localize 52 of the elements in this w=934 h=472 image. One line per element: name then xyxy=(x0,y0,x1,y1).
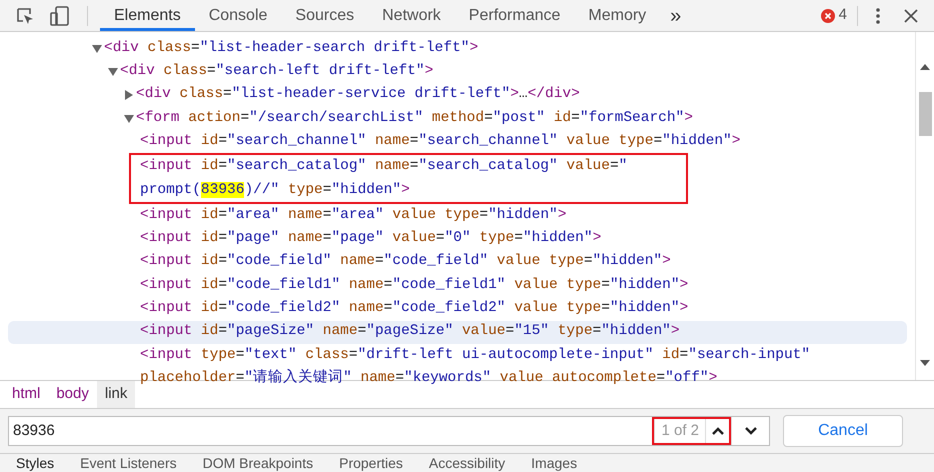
scrollbar[interactable] xyxy=(915,32,934,380)
find-input: 83936 xyxy=(9,420,652,442)
html-code-line[interactable]: <form action="/search/searchList" method="post" id="formSearch"> xyxy=(136,108,693,130)
panel-tab[interactable]: Elements xyxy=(100,0,195,31)
panel-tab[interactable]: Sources xyxy=(281,0,368,31)
breadcrumb-item[interactable]: html xyxy=(4,381,48,408)
html-code-line[interactable]: <input id="code_field" name="code_field" value type="hidden"> xyxy=(140,251,671,274)
collapsed-triangle-icon[interactable] xyxy=(124,90,134,100)
device-toolbar-icon[interactable] xyxy=(49,4,71,26)
more-options-icon[interactable] xyxy=(876,8,880,24)
cancel-button[interactable]: Cancel xyxy=(783,415,903,447)
panel-tab[interactable]: Performance xyxy=(454,0,574,31)
expanded-triangle-icon[interactable] xyxy=(108,66,118,77)
panel-tab[interactable]: Network xyxy=(368,0,455,31)
expanded-triangle-icon[interactable] xyxy=(124,114,134,124)
sidebar-tab[interactable]: Styles xyxy=(16,455,54,472)
sidebar-tab[interactable]: Event Listeners xyxy=(80,455,177,472)
html-code-line[interactable]: <input id="search_channel" name="search_channel" value type="hidden"> xyxy=(140,130,740,153)
html-code-line[interactable]: <div class="list-header-service drift-left">…</div> xyxy=(136,84,580,106)
html-code-line[interactable]: <input id="pageSize" name="pageSize" value="15" type="hidden"> xyxy=(140,321,680,344)
html-code-line[interactable]: <input id="code_field1" name="code_field1" value type="hidden"> xyxy=(140,274,688,296)
close-icon[interactable] xyxy=(904,8,918,22)
chevron-down-icon xyxy=(744,427,756,435)
chevron-up-icon xyxy=(712,427,724,435)
html-code-line[interactable]: <div class="search-left drift-left"> xyxy=(120,61,434,83)
sidebar-tab[interactable]: Properties xyxy=(339,455,403,472)
scrollbar-thumb[interactable] xyxy=(918,92,932,136)
scroll-up-icon[interactable] xyxy=(920,64,930,70)
sidebar-tab[interactable]: Accessibility xyxy=(428,455,506,472)
sidebar-tab[interactable]: DOM Breakpoints xyxy=(202,455,314,472)
find-field[interactable]: 83936 1 of 2 xyxy=(8,416,770,446)
panel-tab[interactable]: Console xyxy=(194,0,282,31)
html-code-line[interactable]: <input type="text" class="drift-left ui-autocomplete-input" id="search-input" xyxy=(140,344,810,366)
breadcrumb-item[interactable]: link xyxy=(96,381,136,408)
sidebar-tab[interactable]: Images xyxy=(531,455,578,472)
html-code-line[interactable]: prompt(83936)//" type="hidden"> xyxy=(140,180,410,202)
error-count: 4 xyxy=(838,5,847,26)
more-tabs-button[interactable]: » xyxy=(670,6,682,26)
inspect-element-icon[interactable] xyxy=(15,6,35,26)
scroll-down-icon[interactable] xyxy=(920,360,930,366)
breadcrumb-item[interactable]: body xyxy=(48,381,97,408)
error-badge[interactable]: 4 xyxy=(820,4,847,27)
html-code-line[interactable]: <input id="search_catalog" name="search_catalog" value=" xyxy=(140,156,628,178)
match-count: 1 of 2 xyxy=(654,419,705,443)
expanded-triangle-icon[interactable] xyxy=(92,44,102,54)
html-code-line[interactable]: <input id="page" name="page" value="0" type="hidden"> xyxy=(140,228,602,250)
panel-tab[interactable]: Memory xyxy=(574,0,660,31)
html-code-line[interactable]: <input id="area" name="area" value type="hidden"> xyxy=(140,204,566,227)
html-code-line[interactable]: placeholder="请输入关键词" name="keywords" value autocomplete="off"> xyxy=(140,368,718,390)
html-code-line[interactable]: <div class="list-header-search drift-left"> xyxy=(104,38,478,60)
html-code-line[interactable]: <input id="code_field2" name="code_field2" value type="hidden"> xyxy=(140,298,688,320)
error-icon xyxy=(820,8,835,22)
